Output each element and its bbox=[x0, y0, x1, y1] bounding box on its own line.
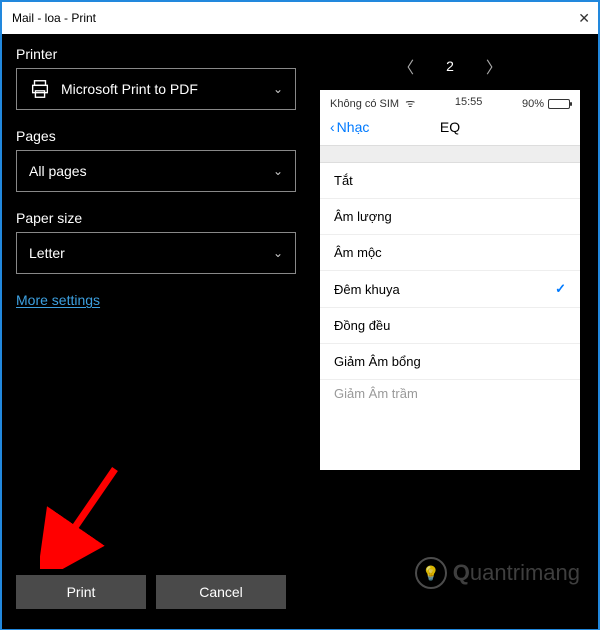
printer-label: Printer bbox=[16, 46, 296, 62]
bulb-icon: 💡 bbox=[415, 557, 447, 589]
list-item: Giảm Âm bổng bbox=[320, 344, 580, 380]
paper-label: Paper size bbox=[16, 210, 296, 226]
pages-value: All pages bbox=[29, 163, 87, 179]
window-title: Mail - loa - Print bbox=[12, 11, 96, 25]
list-item: Âm lượng bbox=[320, 199, 580, 235]
time-text: 15:55 bbox=[455, 96, 483, 111]
content: Printer Microsoft Print to PDF ⌄ Pages A… bbox=[2, 34, 598, 629]
battery-icon bbox=[548, 99, 570, 109]
list-item: Âm mộc bbox=[320, 235, 580, 271]
carrier-text: Không có SIM ᯤ bbox=[330, 96, 415, 111]
nav-title: EQ bbox=[440, 119, 460, 135]
checkmark-icon: ✓ bbox=[555, 281, 566, 297]
wifi-icon: ᯤ bbox=[402, 98, 415, 110]
pages-label: Pages bbox=[16, 128, 296, 144]
settings-panel: Printer Microsoft Print to PDF ⌄ Pages A… bbox=[16, 46, 296, 617]
printer-icon bbox=[29, 78, 51, 100]
next-page-icon[interactable]: 〉 bbox=[484, 54, 504, 78]
print-button[interactable]: Print bbox=[16, 575, 146, 609]
eq-list: TắtÂm lượngÂm mộcĐêm khuya✓Đồng đềuGiảm … bbox=[320, 163, 580, 400]
chevron-left-icon: ‹ bbox=[330, 119, 335, 135]
printer-select[interactable]: Microsoft Print to PDF ⌄ bbox=[16, 68, 296, 110]
list-item: Đêm khuya✓ bbox=[320, 271, 580, 308]
paper-select[interactable]: Letter ⌄ bbox=[16, 232, 296, 274]
pager: 〈 2 〉 bbox=[396, 54, 504, 78]
list-item: Giảm Âm trầm bbox=[320, 380, 580, 400]
titlebar: Mail - loa - Print ✕ bbox=[2, 2, 598, 34]
paper-value: Letter bbox=[29, 245, 65, 261]
back-button: ‹ Nhạc bbox=[330, 119, 369, 135]
cancel-button[interactable]: Cancel bbox=[156, 575, 286, 609]
more-settings-link[interactable]: More settings bbox=[16, 292, 100, 308]
nav-row: ‹ Nhạc EQ bbox=[320, 115, 580, 145]
chevron-down-icon: ⌄ bbox=[273, 82, 283, 96]
pages-select[interactable]: All pages ⌄ bbox=[16, 150, 296, 192]
prev-page-icon[interactable]: 〈 bbox=[396, 54, 416, 78]
preview-panel: 〈 2 〉 Không có SIM ᯤ 15:55 90% ‹ Nhạc bbox=[296, 46, 584, 617]
status-bar: Không có SIM ᯤ 15:55 90% bbox=[320, 90, 580, 115]
spacer bbox=[320, 145, 580, 163]
printer-value: Microsoft Print to PDF bbox=[61, 81, 198, 97]
chevron-down-icon: ⌄ bbox=[273, 246, 283, 260]
print-preview: Không có SIM ᯤ 15:55 90% ‹ Nhạc EQ TắtÂm… bbox=[320, 90, 580, 470]
close-icon[interactable]: ✕ bbox=[550, 10, 590, 27]
list-item: Tắt bbox=[320, 163, 580, 199]
page-number: 2 bbox=[446, 58, 454, 74]
list-item: Đồng đều bbox=[320, 308, 580, 344]
action-buttons: Print Cancel bbox=[16, 575, 286, 609]
battery-status: 90% bbox=[522, 96, 570, 111]
watermark: 💡 Quantrimang bbox=[415, 557, 580, 589]
chevron-down-icon: ⌄ bbox=[273, 164, 283, 178]
